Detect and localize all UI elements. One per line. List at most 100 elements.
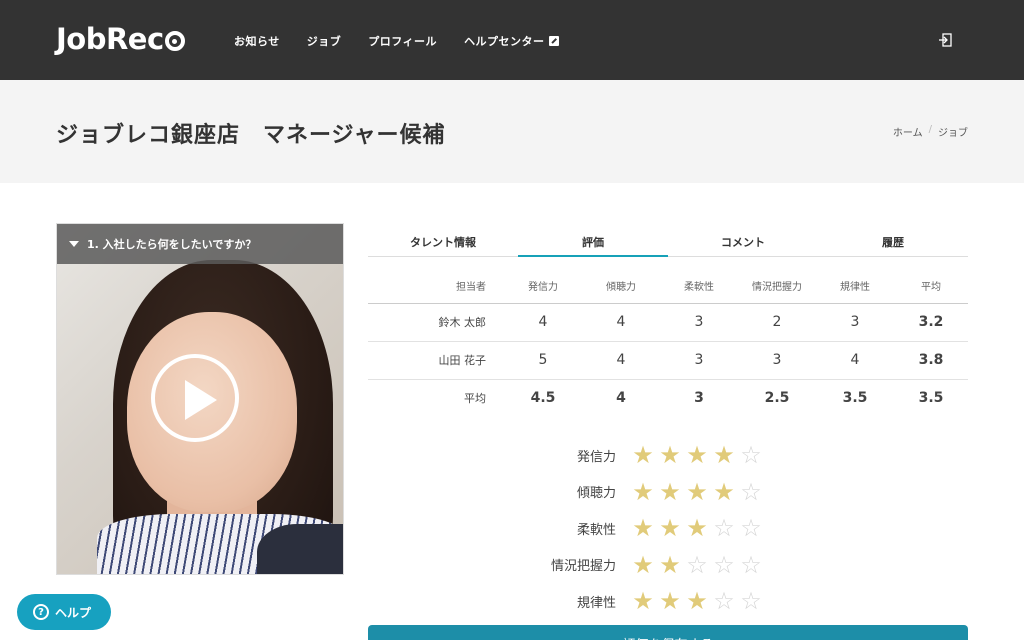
score-cell: 4 bbox=[616, 390, 626, 407]
star-filled-icon[interactable]: ★ bbox=[630, 516, 656, 540]
star-ratings: 発信力 ★ ★ ★ ★ ☆ 傾聴力 ★ ★ ★ ★ ☆ 柔軟性 ★ ★ ★ ☆ ☆ 情況把握力 ★ ★ ☆ ☆… bbox=[520, 437, 820, 620]
average-cell: 3.2 bbox=[894, 303, 968, 342]
score-cell: 4 bbox=[816, 341, 894, 380]
tab-history[interactable]: 履歴 bbox=[818, 223, 968, 256]
rating-label: 発信力 bbox=[576, 449, 616, 465]
star-empty-icon[interactable]: ☆ bbox=[711, 516, 737, 540]
rating-row: 傾聴力 ★ ★ ★ ★ ☆ bbox=[520, 474, 820, 511]
star-empty-icon[interactable]: ☆ bbox=[738, 516, 764, 540]
rating-label: 柔軟性 bbox=[576, 522, 616, 538]
score-cell: 4 bbox=[504, 303, 582, 342]
evaluator-name: 山田 花子 bbox=[368, 341, 504, 380]
star-filled-icon[interactable]: ★ bbox=[657, 516, 683, 540]
col-header: 傾聴力 bbox=[582, 268, 660, 304]
star-group[interactable]: ★ ★ ★ ☆ ☆ bbox=[630, 589, 764, 613]
tab-evaluation[interactable]: 評価 bbox=[518, 223, 668, 257]
average-cell: 3.5 bbox=[918, 390, 944, 407]
score-cell: 3.5 bbox=[842, 390, 868, 407]
help-button[interactable]: ? ヘルプ bbox=[17, 594, 111, 630]
star-filled-icon[interactable]: ★ bbox=[657, 443, 683, 467]
breadcrumb-separator: / bbox=[928, 124, 932, 135]
star-group[interactable]: ★ ★ ★ ★ ☆ bbox=[630, 443, 764, 467]
main-nav: お知らせ ジョブ プロフィール ヘルプセンター bbox=[234, 33, 586, 49]
star-empty-icon[interactable]: ☆ bbox=[738, 443, 764, 467]
star-filled-icon[interactable]: ★ bbox=[684, 480, 710, 504]
score-cell: 3 bbox=[694, 390, 704, 407]
detail-tabs: タレント情報 評価 コメント 履歴 bbox=[368, 223, 968, 257]
col-header: 発信力 bbox=[504, 268, 582, 304]
star-filled-icon[interactable]: ★ bbox=[630, 553, 656, 577]
score-cell: 2 bbox=[738, 303, 816, 342]
star-filled-icon[interactable]: ★ bbox=[630, 589, 656, 613]
star-empty-icon[interactable]: ☆ bbox=[711, 589, 737, 613]
help-label: ヘルプ bbox=[55, 605, 92, 620]
nav-profile[interactable]: プロフィール bbox=[368, 33, 437, 49]
star-filled-icon[interactable]: ★ bbox=[684, 443, 710, 467]
col-header-evaluator: 担当者 bbox=[368, 268, 504, 304]
score-cell: 5 bbox=[504, 341, 582, 380]
col-header-average: 平均 bbox=[894, 268, 968, 304]
table-row-average: 平均 4.5 4 3 2.5 3.5 3.5 bbox=[368, 379, 968, 417]
star-group[interactable]: ★ ★ ☆ ☆ ☆ bbox=[630, 553, 764, 577]
table-header-row: 担当者 発信力 傾聴力 柔軟性 情況把握力 規律性 平均 bbox=[368, 268, 968, 304]
external-link-icon bbox=[548, 36, 559, 46]
col-header: 柔軟性 bbox=[660, 268, 738, 304]
average-label: 平均 bbox=[464, 392, 486, 406]
logo-text: JobRec bbox=[56, 22, 164, 56]
score-cell: 3 bbox=[816, 303, 894, 342]
star-filled-icon[interactable]: ★ bbox=[657, 480, 683, 504]
score-cell: 2.5 bbox=[764, 390, 790, 407]
page-title: ジョブレコ銀座店 マネージャー候補 bbox=[56, 123, 446, 148]
breadcrumb-home[interactable]: ホーム bbox=[893, 124, 923, 139]
star-filled-icon[interactable]: ★ bbox=[657, 553, 683, 577]
star-empty-icon[interactable]: ☆ bbox=[711, 553, 737, 577]
score-cell: 4 bbox=[582, 341, 660, 380]
score-cell: 3 bbox=[660, 341, 738, 380]
jobreco-logo[interactable]: JobRec bbox=[56, 22, 185, 56]
table-row: 山田 花子 5 4 3 3 4 3.8 bbox=[368, 341, 968, 380]
rating-row: 規律性 ★ ★ ★ ☆ ☆ bbox=[520, 583, 820, 620]
tab-comments[interactable]: コメント bbox=[668, 223, 818, 256]
star-filled-icon[interactable]: ★ bbox=[657, 589, 683, 613]
caret-down-icon bbox=[69, 241, 79, 247]
rating-row: 発信力 ★ ★ ★ ★ ☆ bbox=[520, 437, 820, 474]
col-header: 情況把握力 bbox=[738, 268, 816, 304]
star-group[interactable]: ★ ★ ★ ☆ ☆ bbox=[630, 516, 764, 540]
score-cell: 3 bbox=[660, 303, 738, 342]
answer-video[interactable]: 1. 入社したら何をしたいですか？ bbox=[56, 223, 344, 575]
average-cell: 3.8 bbox=[894, 341, 968, 380]
question-circle-icon: ? bbox=[33, 604, 49, 620]
logo-o-icon bbox=[164, 31, 185, 51]
star-group[interactable]: ★ ★ ★ ★ ☆ bbox=[630, 480, 764, 504]
star-empty-icon[interactable]: ☆ bbox=[738, 553, 764, 577]
star-filled-icon[interactable]: ★ bbox=[711, 443, 737, 467]
score-cell: 3 bbox=[738, 341, 816, 380]
evaluator-name: 鈴木 太郎 bbox=[368, 303, 504, 342]
nav-jobs[interactable]: ジョブ bbox=[307, 33, 342, 49]
rating-label: 傾聴力 bbox=[576, 486, 616, 502]
question-dropdown[interactable]: 1. 入社したら何をしたいですか？ bbox=[57, 224, 343, 264]
nav-news[interactable]: お知らせ bbox=[234, 33, 280, 49]
save-evaluation-button[interactable]: 評価を保存する bbox=[368, 625, 968, 640]
logout-icon[interactable] bbox=[938, 33, 952, 47]
star-empty-icon[interactable]: ☆ bbox=[684, 553, 710, 577]
star-empty-icon[interactable]: ☆ bbox=[738, 589, 764, 613]
star-filled-icon[interactable]: ★ bbox=[684, 589, 710, 613]
evaluation-table: 担当者 発信力 傾聴力 柔軟性 情況把握力 規律性 平均 鈴木 太郎 4 4 3… bbox=[368, 268, 968, 417]
breadcrumb-jobs[interactable]: ジョブ bbox=[938, 124, 968, 139]
star-filled-icon[interactable]: ★ bbox=[630, 443, 656, 467]
breadcrumb: ホーム / ジョブ bbox=[893, 124, 968, 139]
video-frame-vest bbox=[257, 524, 343, 574]
tab-talent-info[interactable]: タレント情報 bbox=[368, 223, 518, 256]
score-cell: 4.5 bbox=[530, 390, 556, 407]
nav-help-center[interactable]: ヘルプセンター bbox=[464, 33, 559, 49]
star-filled-icon[interactable]: ★ bbox=[630, 480, 656, 504]
rating-row: 柔軟性 ★ ★ ★ ☆ ☆ bbox=[520, 510, 820, 547]
star-empty-icon[interactable]: ☆ bbox=[738, 480, 764, 504]
star-filled-icon[interactable]: ★ bbox=[684, 516, 710, 540]
play-icon[interactable] bbox=[151, 354, 239, 442]
col-header: 規律性 bbox=[816, 268, 894, 304]
rating-label: 情況把握力 bbox=[550, 559, 616, 575]
star-filled-icon[interactable]: ★ bbox=[711, 480, 737, 504]
rating-row: 情況把握力 ★ ★ ☆ ☆ ☆ bbox=[520, 547, 820, 584]
